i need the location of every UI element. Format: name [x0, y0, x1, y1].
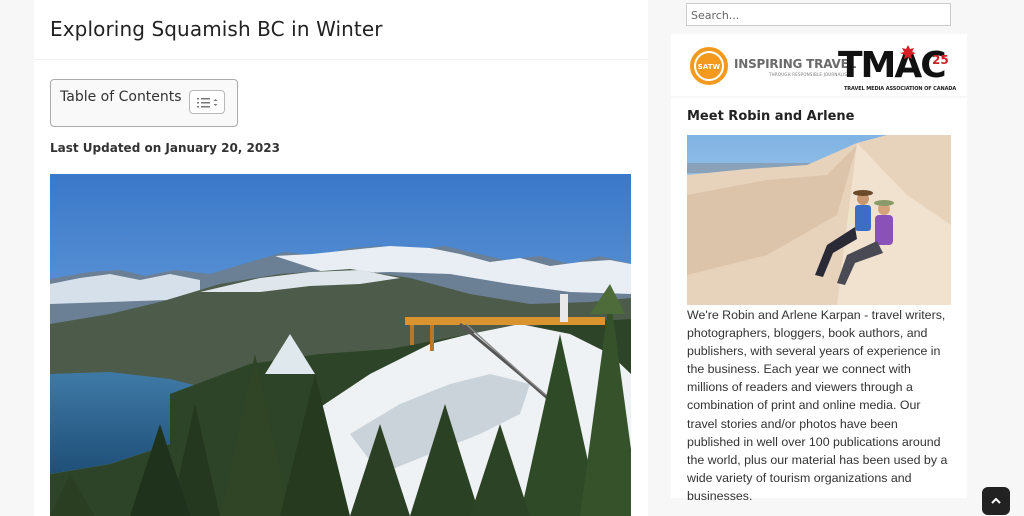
search-field[interactable] [686, 3, 951, 26]
post-title: Exploring Squamish BC in Winter [50, 17, 383, 41]
toc-label: Table of Contents [60, 89, 182, 105]
tmac-logo: TMAC 25 [838, 45, 949, 86]
search-input[interactable] [687, 5, 950, 26]
about-text: We're Robin and Arlene Karpan - travel w… [687, 308, 948, 503]
satw-badge-text: SATW [698, 63, 721, 71]
toc-toggle-button[interactable] [189, 90, 225, 114]
article-card: Exploring Squamish BC in Winter Table of… [34, 0, 648, 516]
last-updated: Last Updated on January 20, 2023 [50, 141, 280, 155]
chevron-up-icon [991, 497, 1001, 504]
list-toggle-icon [197, 98, 218, 108]
table-of-contents: Table of Contents [50, 79, 238, 127]
tmac-name: TMAC [838, 45, 945, 86]
about-photo [687, 135, 951, 305]
about-title: Meet Robin and Arlene [687, 109, 855, 124]
scroll-to-top-button[interactable] [982, 487, 1010, 515]
satw-logo: SATW [690, 47, 728, 85]
about-widget: Meet Robin and Arlene We're Robin and Ar… [671, 98, 967, 503]
tmac-full-name: TRAVEL MEDIA ASSOCIATION OF CANADA [844, 86, 957, 92]
membership-logos: SATW INSPIRING TRAVEL THROUGH RESPONSIBL… [671, 34, 967, 96]
hero-image [50, 174, 631, 516]
tmac-years: 25 [932, 53, 949, 67]
